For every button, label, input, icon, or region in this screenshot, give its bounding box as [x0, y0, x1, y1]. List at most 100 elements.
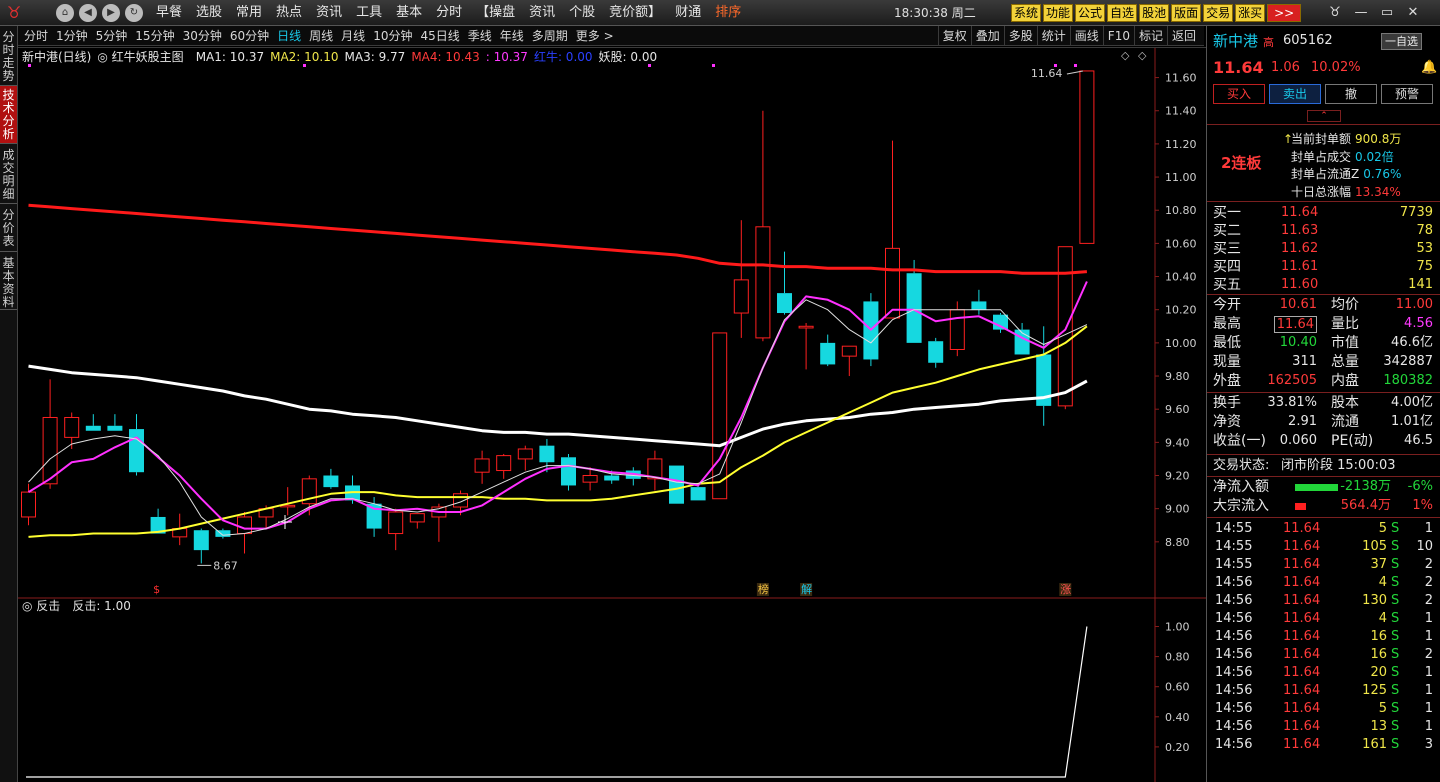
menu-item[interactable]: 【操盘 [476, 0, 515, 26]
y-tick-label: 9.40 [1165, 436, 1190, 449]
tool-button[interactable]: 画线 [1069, 26, 1103, 46]
event-marker[interactable]: 解 [801, 582, 812, 596]
menu-item[interactable]: 资讯 [316, 0, 342, 26]
stat-row: 今开 10.61 均价 11.00 [1207, 296, 1440, 314]
stat-value: 162505 [1267, 373, 1317, 388]
menu-item[interactable]: 早餐 [156, 0, 182, 26]
menu-item[interactable]: 资讯 [529, 0, 555, 26]
y-tick-label: 9.80 [1165, 370, 1190, 383]
period-tab[interactable]: 日线 [277, 26, 301, 46]
event-marker[interactable]: $ [153, 583, 160, 596]
period-tab[interactable]: 季线 [468, 26, 492, 46]
candle-body-up [496, 455, 512, 472]
period-tab[interactable]: 30分钟 [183, 26, 222, 46]
period-tab[interactable]: 45日线 [420, 26, 459, 46]
tool-button[interactable]: 叠加 [970, 26, 1004, 46]
tick-time: 14:56 [1215, 719, 1253, 734]
event-marker[interactable]: 榜 [758, 582, 769, 596]
system-button[interactable]: 系统 [1011, 4, 1042, 22]
period-tab[interactable]: 周线 [309, 26, 333, 46]
system-button[interactable]: 功能 [1043, 4, 1074, 22]
bell-icon[interactable]: 🔔 [1421, 56, 1437, 80]
period-tab[interactable]: 5分钟 [96, 26, 128, 46]
stat-label: 换手 [1213, 395, 1241, 411]
collapse-icon[interactable]: ⌃ [1307, 110, 1341, 122]
menu-item[interactable]: 常用 [236, 0, 262, 26]
period-tab[interactable]: 更多 > [576, 26, 614, 46]
system-button[interactable]: 股池 [1139, 4, 1170, 22]
trade-action-button[interactable]: 卖出 [1269, 84, 1321, 104]
more-button[interactable]: >> [1267, 4, 1302, 22]
forward-icon[interactable]: ▶ [102, 4, 120, 22]
system-button[interactable]: 版面 [1171, 4, 1202, 22]
period-tab[interactable]: 60分钟 [230, 26, 269, 46]
period-tab[interactable]: 10分钟 [373, 26, 412, 46]
trade-action-button[interactable]: 预警 [1381, 84, 1433, 104]
home-icon[interactable]: ⌂ [56, 4, 74, 22]
system-button[interactable]: 自选 [1107, 4, 1138, 22]
left-tab[interactable]: 基本资料 [0, 254, 17, 310]
stat-label: 股本 [1331, 395, 1359, 411]
tick-row: 14:56 11.64 130 S 2 [1207, 592, 1440, 610]
minimize-icon[interactable]: — [1348, 3, 1374, 23]
bid-row[interactable]: 买四 11.61 75 [1207, 258, 1440, 276]
period-tab[interactable]: 15分钟 [135, 26, 174, 46]
dropdown-icon[interactable]: ♉ [1322, 3, 1348, 23]
bid-volume: 7739 [1399, 205, 1433, 220]
tool-button[interactable]: 标记 [1133, 26, 1167, 46]
menu-item[interactable]: 个股 [569, 0, 595, 26]
system-button[interactable]: 公式 [1075, 4, 1106, 22]
back-icon[interactable]: ◀ [79, 4, 97, 22]
stat-label: 市值 [1331, 335, 1359, 351]
close-icon[interactable]: ✕ [1400, 3, 1426, 23]
bid-label: 买五 [1213, 277, 1241, 293]
tick-count: 2 [1424, 557, 1433, 572]
candle-body-down [928, 341, 944, 363]
settings-diamond-icon[interactable]: ◇ [1138, 49, 1147, 62]
tick-time: 14:56 [1215, 629, 1253, 644]
menu-item[interactable]: 排序 [715, 0, 741, 26]
left-tab[interactable]: 分价表 [0, 206, 17, 252]
period-tab[interactable]: 分时 [24, 26, 48, 46]
period-tab[interactable]: 多周期 [532, 26, 568, 46]
menu-item[interactable]: 热点 [276, 0, 302, 26]
chart-tools: 复权 叠加 多股 统计 画线 F10 标记 返回 [937, 26, 1200, 46]
system-button[interactable]: 涨买 [1235, 4, 1266, 22]
stat-value: 4.56 [1404, 316, 1433, 331]
bid-row[interactable]: 买五 11.60 141 [1207, 276, 1440, 294]
refresh-icon[interactable]: ↻ [125, 4, 143, 22]
menu-item[interactable]: 工具 [356, 0, 382, 26]
menu-item[interactable]: 分时 [436, 0, 462, 26]
menu-item[interactable]: 财通 [675, 0, 701, 26]
tool-button[interactable]: 返回 [1166, 26, 1200, 46]
menu-item[interactable]: 竞价额】 [609, 0, 661, 26]
period-tab[interactable]: 1分钟 [56, 26, 88, 46]
seal-row: 封单占流通Z 0.76% [1207, 165, 1440, 183]
system-button[interactable]: 交易 [1203, 4, 1234, 22]
tool-button[interactable]: 复权 [937, 26, 971, 46]
bid-row[interactable]: 买一 11.64 7739 [1207, 204, 1440, 222]
trade-action-button[interactable]: 买入 [1213, 84, 1265, 104]
trade-action-button[interactable]: 撤 [1325, 84, 1377, 104]
tool-button[interactable]: F10 [1102, 26, 1134, 46]
left-tab[interactable]: 技术分析 [0, 86, 17, 144]
y-tick-label: 11.40 [1165, 105, 1197, 118]
left-tab[interactable]: 分时走势 [0, 28, 17, 86]
tool-button[interactable]: 统计 [1036, 26, 1070, 46]
period-tab[interactable]: 年线 [500, 26, 524, 46]
formula-selector[interactable]: ◎ 红牛妖股主图 [97, 49, 189, 65]
bid-row[interactable]: 买二 11.63 78 [1207, 222, 1440, 240]
sub-y-tick-label: 1.00 [1165, 621, 1190, 634]
kline-chart[interactable]: 11.60 11.40 11.20 11.00 10.80 10.60 10.40 10.20… [18, 47, 1206, 782]
tool-button[interactable]: 多股 [1003, 26, 1037, 46]
menu-item[interactable]: 基本 [396, 0, 422, 26]
period-tab[interactable]: 月线 [341, 26, 365, 46]
maximize-icon[interactable]: ▭ [1374, 3, 1400, 23]
menu-item[interactable]: 选股 [196, 0, 222, 26]
left-tab[interactable]: 成交明细 [0, 146, 17, 204]
bid-row[interactable]: 买三 11.62 53 [1207, 240, 1440, 258]
event-marker[interactable]: 涨 [1060, 583, 1071, 596]
watchlist-button[interactable]: 一自选 [1381, 33, 1422, 50]
diamond-icon[interactable]: ◇ [1121, 49, 1130, 62]
indicator-selector[interactable]: ◎ 反击 [22, 598, 66, 614]
